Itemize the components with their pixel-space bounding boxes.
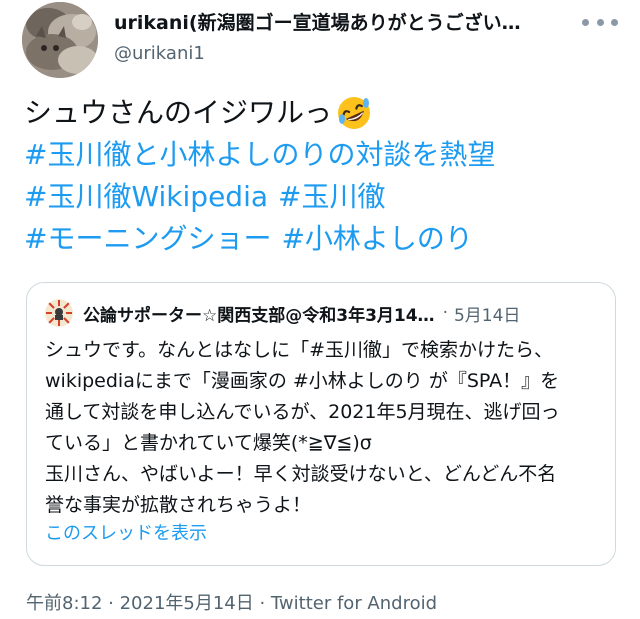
tweet-line: #玉川徹Wikipedia #玉川徹 xyxy=(24,176,624,218)
tweet-text-plain: シュウさんのイジワルっ xyxy=(24,96,333,129)
quoted-text-line: ている」と書かれていて爆笑(*≧∇≦)σ xyxy=(45,432,372,454)
author-avatar[interactable] xyxy=(22,2,98,78)
author-handle[interactable]: @urikani1 xyxy=(114,43,554,64)
quoted-author-avatar-icon[interactable] xyxy=(45,299,73,327)
quoted-text-line: 誉な事実が拡散されちゃうよ！ xyxy=(45,494,312,516)
cat-photo-avatar-icon xyxy=(22,2,98,78)
more-options-icon[interactable] xyxy=(582,10,618,34)
tweet-line: シュウさんのイジワルっ xyxy=(24,92,624,134)
quoted-tweet-date[interactable]: 5月14日 xyxy=(454,301,520,326)
quoted-text-line: wikipediaにまで「漫画家の #小林よしのり が『SPA！』を xyxy=(45,370,560,392)
dot xyxy=(611,18,618,26)
dot xyxy=(582,18,589,26)
tweet-text: シュウさんのイジワルっ #玉川徹と小林よしのりの対談を熱望 #玉川徹Wikipe… xyxy=(24,92,624,260)
hashtag-link[interactable]: #小林よしのり xyxy=(281,218,472,260)
show-thread-link[interactable]: このスレッドを表示 xyxy=(45,519,207,545)
tweet-line: #モーニングショー #小林よしのり xyxy=(24,218,624,260)
quoted-text-line: 通して対談を申し込んでいるが、2021年5月現在、逃げ回っ xyxy=(45,401,560,423)
hashtag-link[interactable]: #玉川徹Wikipedia xyxy=(24,176,268,218)
rolling-on-floor-laughing-emoji-icon xyxy=(336,95,372,131)
hashtag-link[interactable]: #玉川徹 xyxy=(278,176,385,218)
tweet-line: #玉川徹と小林よしのりの対談を熱望 xyxy=(24,134,624,176)
quoted-text-line: シュウです。なんとはなしに「#玉川徹」で検索かけたら、 xyxy=(45,339,554,361)
dot xyxy=(596,18,604,26)
quoted-tweet-header: 公論サポーター☆関西支部@令和3年3月14… · 5月14日 xyxy=(45,299,520,327)
author-info[interactable]: urikani(新潟圏ゴー宣道場ありがとうござい… @urikani1 xyxy=(114,8,554,64)
hashtag-link[interactable]: #モーニングショー xyxy=(24,218,271,260)
quoted-tweet-card[interactable]: 公論サポーター☆関西支部@令和3年3月14… · 5月14日 シュウです。なんと… xyxy=(26,282,616,566)
dot-separator: · xyxy=(442,303,448,323)
hashtag-link[interactable]: #玉川徹と小林よしのりの対談を熱望 xyxy=(24,134,495,176)
tweet-header: urikani(新潟圏ゴー宣道場ありがとうござい… @urikani1 xyxy=(22,0,622,80)
quoted-tweet-text: シュウです。なんとはなしに「#玉川徹」で検索かけたら、 wikipediaにまで… xyxy=(45,335,605,521)
quoted-author-name[interactable]: 公論サポーター☆関西支部@令和3年3月14… xyxy=(83,301,435,326)
author-display-name[interactable]: urikani(新潟圏ゴー宣道場ありがとうござい… xyxy=(114,8,554,35)
tweet-metadata: 午前8:12 · 2021年5月14日 · Twitter for Androi… xyxy=(26,593,438,614)
quoted-text-line: 玉川さん、やばいよー！早く対談受けないと、どんどん不名 xyxy=(45,463,557,485)
